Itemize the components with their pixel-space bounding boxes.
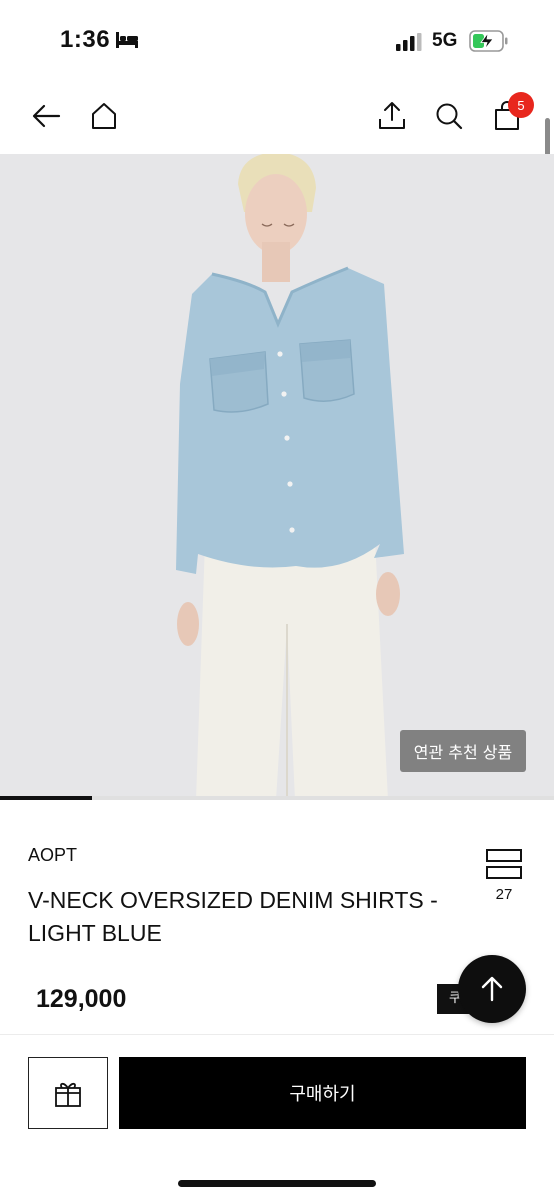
like-count: 27 (495, 886, 513, 903)
search-button[interactable] (431, 98, 467, 134)
top-nav-bar (0, 80, 554, 154)
product-image-gallery[interactable] (0, 154, 554, 800)
back-button[interactable] (28, 98, 64, 134)
signal-icon (396, 33, 422, 51)
search-icon (436, 103, 463, 130)
arrow-up-icon (481, 976, 503, 1002)
brand-name[interactable]: AOPT (28, 845, 77, 866)
network-type: 5G (432, 30, 458, 51)
home-button[interactable] (86, 98, 122, 134)
product-photo (0, 154, 554, 800)
back-arrow-icon (32, 104, 61, 128)
buy-button[interactable]: 구매하기 (119, 1057, 526, 1129)
battery-charging-icon (469, 30, 508, 52)
stacked-bookmark-icon[interactable] (486, 848, 522, 880)
gift-button[interactable] (28, 1057, 108, 1129)
gallery-progress-fill (0, 796, 92, 800)
status-time: 1:36 (60, 26, 111, 53)
home-icon (92, 103, 116, 129)
share-icon (379, 102, 405, 129)
gift-icon (55, 1082, 81, 1107)
gallery-progress-track (0, 796, 554, 800)
related-products-button[interactable]: 연관 추천 상품 (400, 730, 526, 772)
status-bar: 1:36 5G (0, 0, 554, 80)
product-title: V-NECK OVERSIZED DENIM SHIRTS - LIGHT BL… (28, 887, 438, 946)
scroll-to-top-button[interactable] (458, 955, 526, 1023)
home-indicator (178, 1180, 376, 1187)
bed-icon (116, 32, 138, 48)
product-price: 129,000 (36, 985, 127, 1013)
cart-count-badge: 5 (508, 92, 534, 118)
share-button[interactable] (374, 98, 410, 134)
